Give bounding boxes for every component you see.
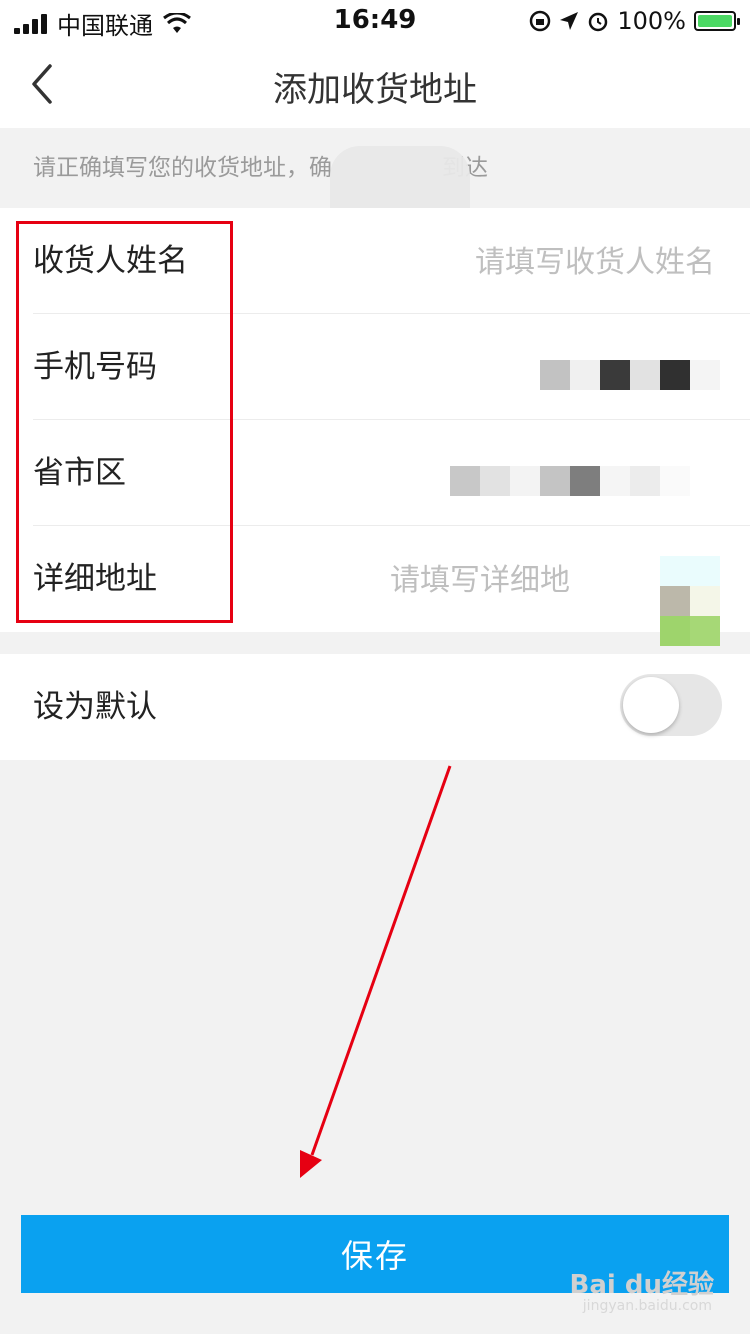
detail-mosaic (660, 556, 720, 646)
location-icon (560, 12, 579, 30)
recipient-name-input[interactable] (373, 234, 717, 290)
alarm-icon (589, 12, 608, 32)
battery-percent: 100% (617, 7, 686, 35)
page-title: 添加收货地址 (273, 70, 477, 110)
rotation-lock-icon (530, 10, 551, 32)
phone-label: 手机号码 (33, 349, 157, 385)
toggle-knob (623, 677, 679, 733)
default-setting-label: 设为默认 (33, 689, 157, 725)
form-row-detail-address: 详细地址 (0, 526, 750, 646)
form-row-recipient-name: 收货人姓名 (0, 208, 750, 314)
default-setting-row: 设为默认 (0, 654, 750, 760)
status-left: 中国联通 (14, 6, 191, 41)
region-mosaic[interactable] (450, 466, 720, 496)
detail-address-input[interactable] (388, 552, 592, 608)
form-row-region[interactable]: 省市区 (0, 420, 750, 526)
address-notice: 请正确填写您的收货地址，确到达 (0, 128, 750, 208)
phone-mosaic[interactable] (540, 360, 720, 390)
address-form: 收货人姓名 手机号码 省市区 详细地址 (0, 208, 750, 646)
watermark-url: jingyan.baidu.com (582, 1298, 712, 1314)
wifi-icon (163, 12, 191, 33)
battery-icon (694, 11, 740, 31)
form-row-phone: 手机号码 (0, 314, 750, 420)
notice-text: 请正确填写您的收货地址，确 (33, 155, 332, 181)
detail-address-label: 详细地址 (33, 561, 157, 597)
status-bar: 中国联通 16:49 100% (0, 0, 750, 40)
nav-bar: 添加收货地址 (0, 40, 750, 128)
region-label: 省市区 (33, 455, 126, 491)
signal-icon (14, 13, 47, 34)
default-toggle[interactable] (620, 674, 722, 736)
carrier-name: 中国联通 (57, 12, 153, 40)
recipient-name-label: 收货人姓名 (33, 243, 188, 279)
blur-patch (330, 146, 470, 208)
watermark-logo: Bai du经验 (569, 1270, 714, 1300)
status-right: 100% (529, 7, 740, 35)
